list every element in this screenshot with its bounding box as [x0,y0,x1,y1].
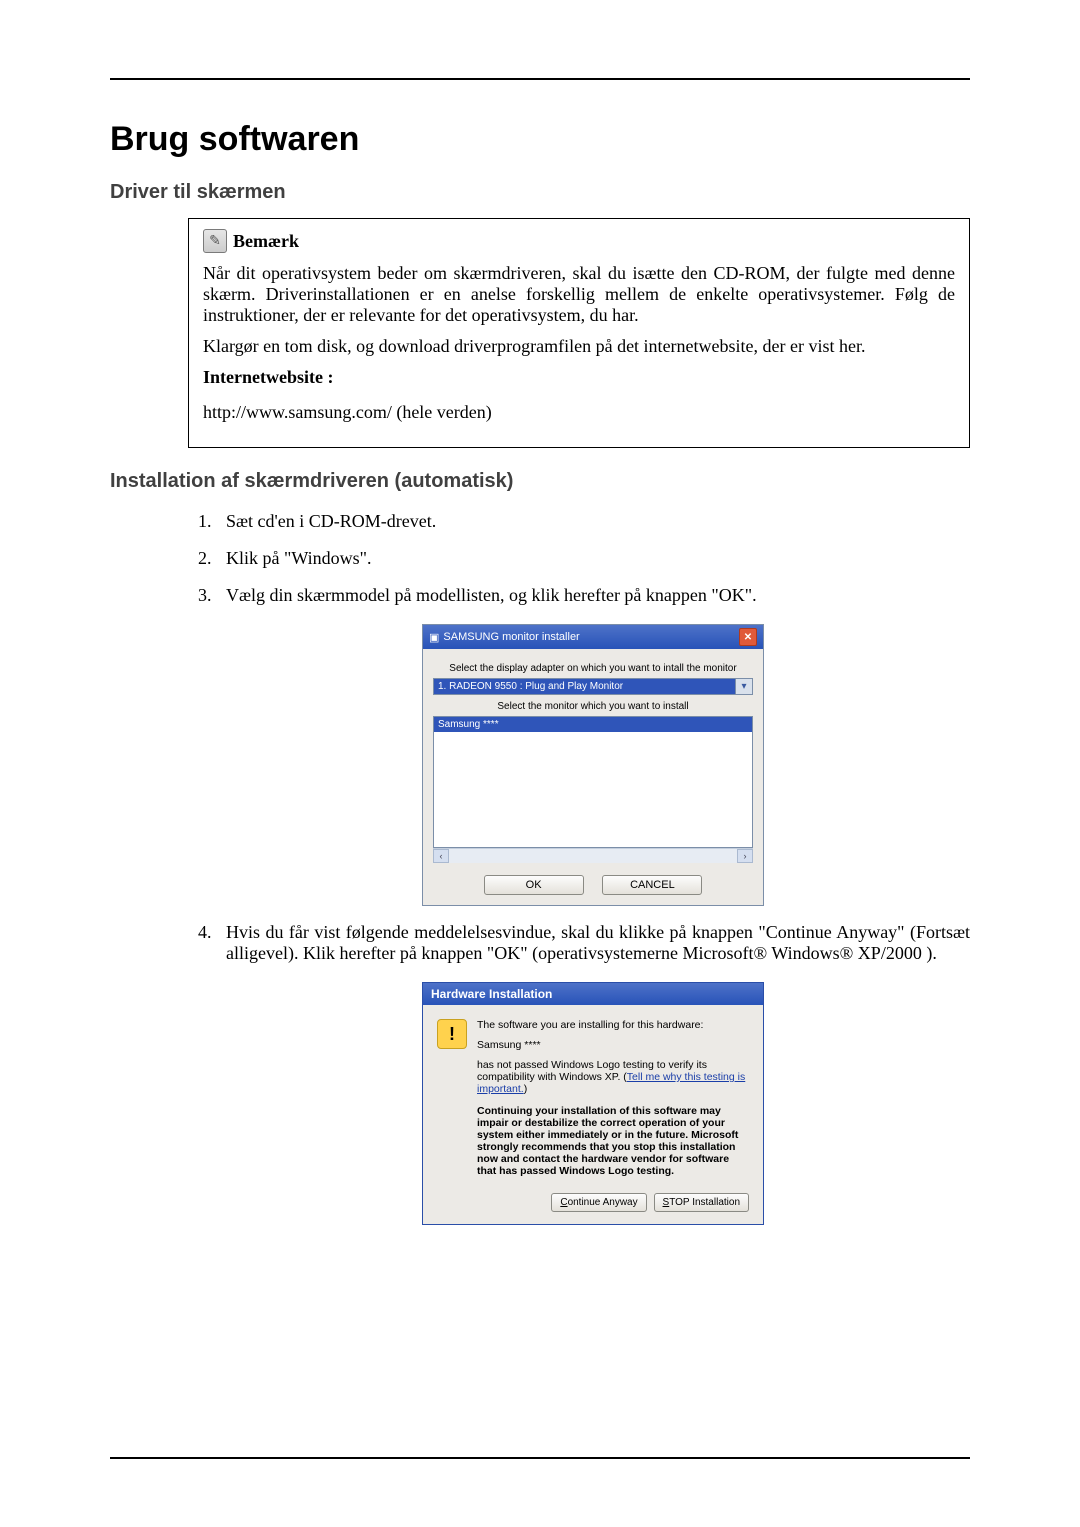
hardware-dialog-title: Hardware Installation [423,983,763,1005]
chevron-left-icon[interactable]: ‹ [433,849,449,863]
hw-bold-warning: Continuing your installation of this sof… [477,1105,749,1177]
installer-adapter-caption: Select the display adapter on which you … [433,663,753,674]
note-website-url: http://www.samsung.com/ (hele verden) [203,402,955,423]
note-box: ✎ Bemærk Når dit operativsystem beder om… [188,218,970,448]
rule-bottom [110,1457,970,1459]
ok-button[interactable]: OK [484,875,584,895]
close-icon[interactable]: ✕ [739,628,757,646]
installer-body: Select the display adapter on which you … [423,649,763,905]
hardware-installation-dialog: Hardware Installation ! The software you… [422,982,764,1225]
chevron-down-icon[interactable]: ▾ [735,679,752,694]
document-page: Brug softwaren Driver til skærmen ✎ Bemæ… [0,0,1080,1527]
stop-installation-button[interactable]: STOP Installation [654,1193,749,1212]
hardware-dialog-buttons: Continue Anyway STOP Installation [423,1187,763,1224]
installer-figure: ▣ SAMSUNG monitor installer ✕ Select the… [216,624,970,906]
rule-top [110,78,970,80]
page-title: Brug softwaren [110,120,970,159]
hardware-dialog-text: The software you are installing for this… [477,1019,749,1177]
step-4: Hvis du får vist følgende meddelelsesvin… [216,922,970,964]
installer-titlebar: ▣ SAMSUNG monitor installer ✕ [423,625,763,649]
note-paragraph-1: Når dit operativsystem beder om skærmdri… [203,263,955,326]
adapter-selected-value: 1. RADEON 9550 : Plug and Play Monitor [434,679,735,694]
hw-line-2: Samsung **** [477,1039,749,1051]
hw-line-1: The software you are installing for this… [477,1019,749,1031]
installer-window-title: SAMSUNG monitor installer [443,631,579,643]
continue-anyway-rest: ontinue Anyway [568,1197,638,1208]
note-paragraph-2: Klargør en tom disk, og download driverp… [203,336,955,357]
note-icon: ✎ [203,229,227,253]
install-steps: Sæt cd'en i CD-ROM-drevet. Klik på "Wind… [188,511,970,1225]
section-install-heading: Installation af skærmdriveren (automatis… [110,470,970,493]
step-1: Sæt cd'en i CD-ROM-drevet. [216,511,970,532]
chevron-right-icon[interactable]: › [737,849,753,863]
installer-app-icon: ▣ [429,631,439,644]
section-driver-heading: Driver til skærmen [110,181,970,204]
note-website-label: Internetwebsite : [203,367,955,388]
installer-monitor-caption: Select the monitor which you want to ins… [433,701,753,712]
continue-anyway-button[interactable]: Continue Anyway [551,1193,646,1212]
warning-icon: ! [437,1019,467,1049]
hw-line-3: has not passed Windows Logo testing to v… [477,1059,749,1095]
hardware-dialog-body: ! The software you are installing for th… [423,1005,763,1187]
hw-line-3b: ) [524,1083,528,1095]
cancel-button[interactable]: CANCEL [602,875,702,895]
step-3: Vælg din skærmmodel på modellisten, og k… [216,585,970,606]
horizontal-scrollbar[interactable]: ‹ › [433,848,753,863]
monitor-selected-row[interactable]: Samsung **** [434,717,752,732]
installer-window: ▣ SAMSUNG monitor installer ✕ Select the… [422,624,764,906]
adapter-dropdown[interactable]: 1. RADEON 9550 : Plug and Play Monitor ▾ [433,678,753,695]
step-2: Klik på "Windows". [216,548,970,569]
note-title: Bemærk [233,231,299,252]
continue-anyway-accel: C [560,1197,567,1208]
installer-button-row: OK CANCEL [433,875,753,895]
hardware-dialog-figure: Hardware Installation ! The software you… [216,982,970,1225]
monitor-listbox[interactable]: Samsung **** [433,716,753,848]
stop-installation-rest: TOP Installation [669,1197,740,1208]
note-header: ✎ Bemærk [203,229,955,253]
